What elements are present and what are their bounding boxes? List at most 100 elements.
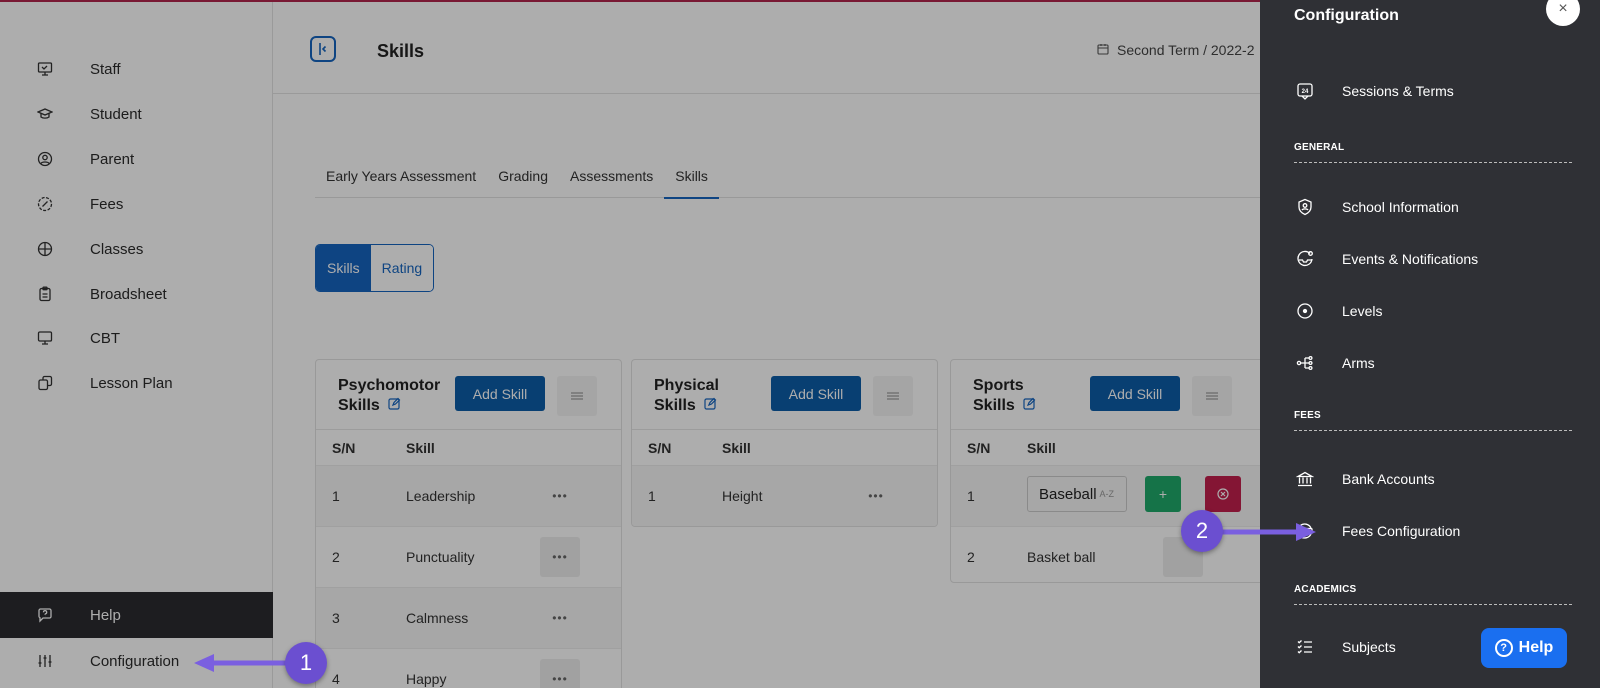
tab-grading[interactable]: Grading bbox=[487, 154, 559, 198]
more-icon[interactable]: ••• bbox=[540, 598, 580, 638]
configuration-drawer: Configuration × 24 Sessions & Terms GENE… bbox=[1260, 0, 1600, 688]
grid-icon bbox=[36, 240, 54, 258]
row-skill: Punctuality bbox=[406, 549, 475, 565]
callout-badge-1: 1 bbox=[285, 642, 327, 684]
card-menu-button[interactable] bbox=[1192, 376, 1232, 416]
page-title: Skills bbox=[377, 41, 425, 61]
add-skill-button[interactable]: Add Skill bbox=[1090, 376, 1180, 411]
table-row: 1 Leadership ••• bbox=[316, 466, 621, 527]
fees-icon bbox=[36, 195, 54, 213]
drawer-item-label: Levels bbox=[1342, 303, 1383, 319]
checklist-icon bbox=[1294, 636, 1316, 658]
row-sn: 4 bbox=[332, 671, 340, 687]
drawer-item-label: Arms bbox=[1342, 355, 1375, 371]
more-icon[interactable]: ••• bbox=[540, 476, 580, 516]
row-skill: Happy bbox=[406, 671, 447, 687]
bank-icon bbox=[1294, 468, 1316, 490]
card-header: Psychomotor Skills Add Skill bbox=[316, 360, 621, 430]
drawer-item-events-notifications[interactable]: Events & Notifications bbox=[1294, 244, 1574, 274]
card-title-line: Psychomotor bbox=[338, 377, 441, 394]
more-icon[interactable]: ••• bbox=[540, 537, 580, 577]
sidebar-item-label: Student bbox=[90, 105, 142, 123]
sidebar-item-help[interactable]: Help bbox=[0, 592, 273, 638]
edit-icon[interactable] bbox=[1023, 396, 1036, 416]
cancel-skill-button[interactable] bbox=[1205, 476, 1241, 512]
tab-assessments[interactable]: Assessments bbox=[559, 154, 664, 198]
skill-card-psychomotor: Psychomotor Skills Add Skill S/N Skill 1… bbox=[315, 359, 622, 688]
sidebar-item-fees[interactable]: Fees bbox=[0, 181, 273, 227]
sidebar-item-classes[interactable]: Classes bbox=[0, 226, 273, 272]
term-indicator[interactable]: Second Term / 2022-2 bbox=[1097, 42, 1255, 58]
sidebar-item-broadsheet[interactable]: Broadsheet bbox=[0, 271, 273, 317]
collapse-sidebar-button[interactable] bbox=[310, 36, 336, 62]
sidebar-item-label: Classes bbox=[90, 240, 144, 258]
save-skill-button[interactable]: + bbox=[1145, 476, 1181, 512]
skill-input-value: Baseball bbox=[1039, 485, 1097, 503]
floating-help-button[interactable]: ? Help bbox=[1481, 628, 1567, 668]
copy-icon bbox=[36, 374, 54, 392]
card-title: Sports Skills bbox=[973, 376, 1085, 416]
callout-arrow-2 bbox=[1220, 523, 1316, 541]
sidebar-item-label: Lesson Plan bbox=[90, 374, 173, 392]
add-skill-button[interactable]: Add Skill bbox=[771, 376, 861, 411]
drawer-item-label: Bank Accounts bbox=[1342, 471, 1435, 487]
help-chat-icon bbox=[36, 606, 54, 624]
sidebar-item-student[interactable]: Student bbox=[0, 91, 273, 137]
drawer-item-label: Events & Notifications bbox=[1342, 251, 1479, 267]
edit-icon[interactable] bbox=[704, 396, 717, 416]
edit-icon[interactable] bbox=[388, 396, 401, 416]
question-icon: ? bbox=[1494, 639, 1513, 657]
card-title: Psychomotor Skills bbox=[338, 376, 450, 416]
hierarchy-icon bbox=[1294, 352, 1316, 374]
card-title-line: Physical bbox=[654, 377, 719, 394]
row-sn: 1 bbox=[648, 488, 656, 504]
drawer-title: Configuration bbox=[1294, 7, 1399, 24]
toggle-rating[interactable]: Rating bbox=[370, 245, 434, 291]
card-title-line: Skills bbox=[338, 397, 380, 415]
sidebar-item-cbt[interactable]: CBT bbox=[0, 315, 273, 361]
card-title: Physical Skills bbox=[654, 376, 766, 416]
card-menu-button[interactable] bbox=[557, 376, 597, 416]
sidebar-item-label: Staff bbox=[90, 60, 121, 78]
add-skill-button[interactable]: Add Skill bbox=[455, 376, 545, 411]
drawer-item-bank-accounts[interactable]: Bank Accounts bbox=[1294, 464, 1574, 494]
clipboard-icon bbox=[36, 285, 54, 303]
card-title-line: Skills bbox=[973, 397, 1015, 415]
section-general: GENERAL bbox=[1294, 142, 1572, 163]
card-header: Sports Skills Add Skill bbox=[951, 360, 1269, 430]
skill-name-input[interactable]: Baseball A-Z bbox=[1027, 476, 1127, 512]
drawer-item-levels[interactable]: Levels bbox=[1294, 296, 1574, 326]
sort-az-hint: A-Z bbox=[1099, 489, 1115, 499]
drawer-item-sessions-terms[interactable]: 24 Sessions & Terms bbox=[1294, 76, 1574, 106]
card-menu-button[interactable] bbox=[873, 376, 913, 416]
school-badge-icon bbox=[1294, 196, 1316, 218]
drawer-item-school-information[interactable]: School Information bbox=[1294, 192, 1574, 222]
table-row: 3 Calmness ••• bbox=[316, 588, 621, 649]
row-skill: Basket ball bbox=[1027, 549, 1096, 565]
card-title-line: Skills bbox=[654, 397, 696, 415]
close-drawer-button[interactable]: × bbox=[1546, 0, 1580, 26]
hamburger-icon bbox=[1206, 392, 1218, 400]
drawer-item-label: Subjects bbox=[1342, 639, 1396, 655]
sidebar-item-label: CBT bbox=[90, 329, 120, 347]
tab-early-years-assessment[interactable]: Early Years Assessment bbox=[315, 154, 487, 198]
sidebar-item-staff[interactable]: Staff bbox=[0, 46, 273, 92]
table-row-editing: 1 Baseball A-Z + bbox=[951, 466, 1269, 527]
tab-skills[interactable]: Skills bbox=[664, 154, 719, 199]
chevron-left-icon bbox=[319, 43, 327, 55]
column-header-sn: S/N bbox=[332, 439, 356, 456]
more-icon[interactable]: ••• bbox=[540, 659, 580, 688]
table-row: 2 Punctuality ••• bbox=[316, 527, 621, 588]
easel-icon bbox=[36, 60, 54, 78]
hamburger-icon bbox=[887, 392, 899, 400]
drawer-item-label: Sessions & Terms bbox=[1342, 83, 1454, 99]
drawer-item-arms[interactable]: Arms bbox=[1294, 348, 1574, 378]
svg-text:24: 24 bbox=[1302, 89, 1309, 95]
drawer-item-fees-configuration[interactable]: Fees Configuration bbox=[1294, 516, 1574, 546]
sidebar-item-parent[interactable]: Parent bbox=[0, 136, 273, 182]
sidebar-item-lesson-plan[interactable]: Lesson Plan bbox=[0, 360, 273, 406]
card-header: Physical Skills Add Skill bbox=[632, 360, 937, 430]
more-icon[interactable]: ••• bbox=[856, 476, 896, 516]
toggle-skills[interactable]: Skills bbox=[316, 245, 371, 291]
callout-arrow-1 bbox=[194, 654, 290, 672]
